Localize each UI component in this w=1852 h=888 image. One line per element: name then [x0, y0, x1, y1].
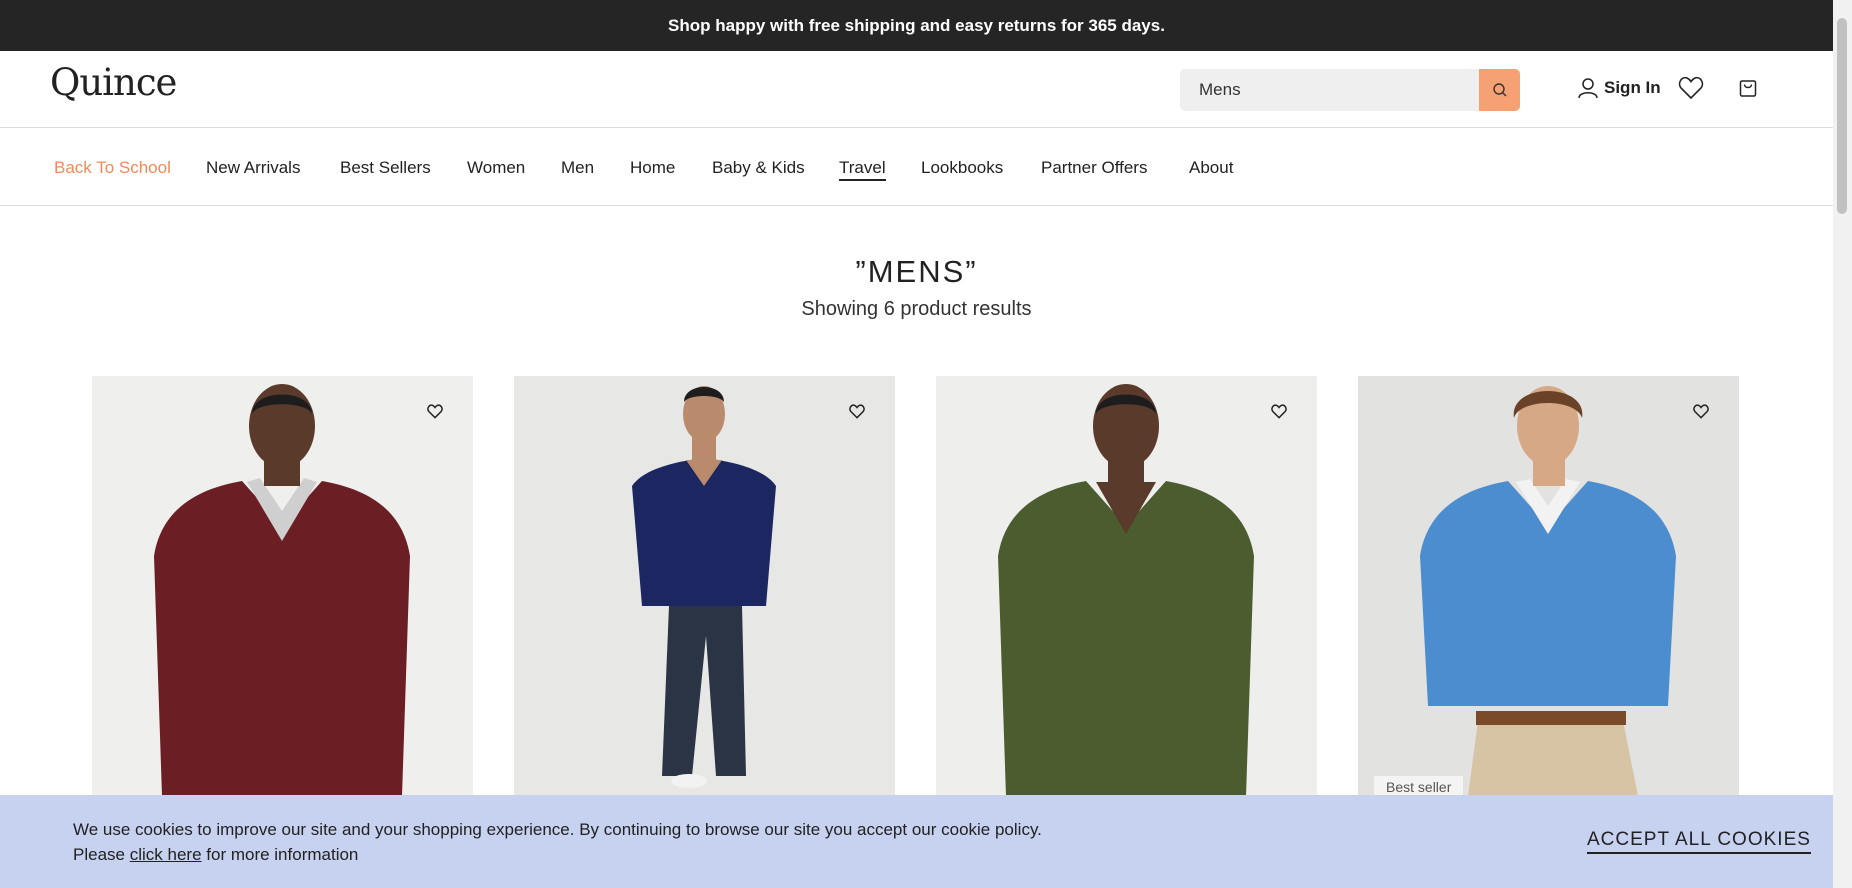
product-card[interactable] [514, 376, 895, 796]
cookie-line-2: Please click here for more information [73, 845, 359, 864]
site-header: Quince Sign In [0, 51, 1833, 128]
heart-icon [427, 404, 443, 419]
product-card[interactable] [936, 376, 1317, 796]
accept-cookies-button[interactable]: ACCEPT ALL COOKIES [1587, 829, 1811, 854]
shopping-bag-icon [1739, 80, 1757, 97]
wishlist-button[interactable] [1678, 76, 1704, 105]
card-wishlist-button[interactable] [849, 404, 865, 424]
announcement-text: Shop happy with free shipping and easy r… [668, 15, 1165, 35]
cookie-message: We use cookies to improve our site and y… [73, 817, 1042, 867]
page-scrollbar[interactable] [1833, 0, 1852, 888]
product-card[interactable]: Best seller [1358, 376, 1739, 796]
cookie-banner: We use cookies to improve our site and y… [0, 795, 1833, 888]
search-results-count: Showing 6 product results [801, 298, 1032, 320]
announcement-bar: Shop happy with free shipping and easy r… [0, 0, 1833, 51]
nav-home[interactable]: Home [630, 158, 675, 178]
cookie-policy-link[interactable]: click here [130, 845, 202, 864]
nav-travel[interactable]: Travel [839, 158, 886, 181]
nav-men[interactable]: Men [561, 158, 594, 178]
nav-about[interactable]: About [1189, 158, 1233, 178]
search-box [1180, 69, 1520, 111]
heart-icon [1271, 404, 1287, 419]
sign-in-link[interactable]: Sign In [1578, 77, 1661, 99]
card-wishlist-button[interactable] [1271, 404, 1287, 424]
scrollbar-thumb[interactable] [1837, 18, 1847, 214]
product-image [1420, 386, 1676, 796]
search-button[interactable] [1479, 69, 1520, 111]
nav-women[interactable]: Women [467, 158, 525, 178]
nav-back-to-school[interactable]: Back To School [54, 158, 171, 178]
nav-lookbooks[interactable]: Lookbooks [921, 158, 1003, 178]
product-image [154, 384, 410, 796]
user-icon [1578, 78, 1598, 99]
cart-button[interactable] [1738, 78, 1758, 103]
nav-baby-kids[interactable]: Baby & Kids [712, 158, 805, 178]
heart-icon [1693, 404, 1709, 419]
search-icon [1492, 83, 1506, 97]
sign-in-label: Sign In [1604, 78, 1661, 97]
search-input[interactable] [1180, 69, 1512, 111]
product-image [632, 386, 776, 788]
heart-icon [849, 404, 865, 419]
best-seller-badge: Best seller [1374, 776, 1464, 796]
heart-icon [1678, 76, 1704, 100]
card-wishlist-button[interactable] [1693, 404, 1709, 424]
nav-best-sellers[interactable]: Best Sellers [340, 158, 431, 178]
cookie-line-1: We use cookies to improve our site and y… [73, 820, 1042, 839]
quince-logo[interactable]: Quince [50, 61, 177, 104]
product-card[interactable] [92, 376, 473, 796]
card-wishlist-button[interactable] [427, 404, 443, 424]
product-image [998, 384, 1254, 796]
nav-partner-offers[interactable]: Partner Offers [1041, 158, 1147, 178]
search-results-title: ”MENS” [855, 254, 978, 289]
main-nav: Back To School New Arrivals Best Sellers… [0, 129, 1833, 206]
nav-new-arrivals[interactable]: New Arrivals [206, 158, 300, 178]
